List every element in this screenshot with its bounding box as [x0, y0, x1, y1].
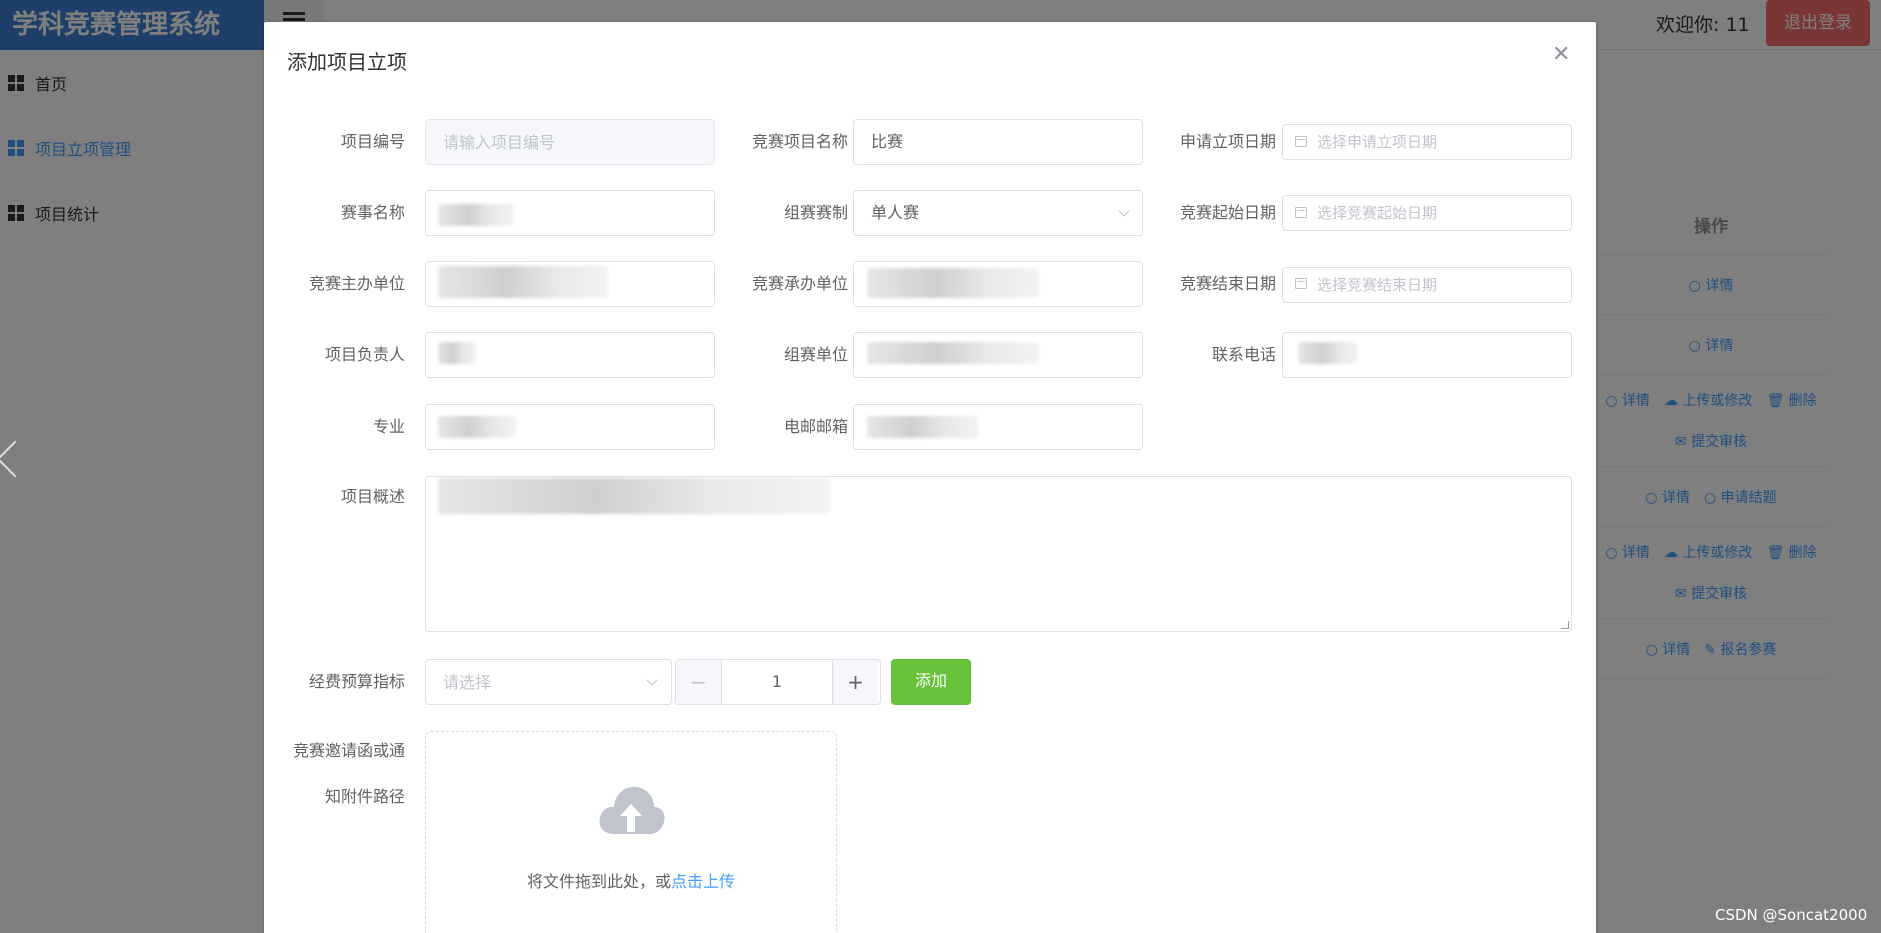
format-value: 单人赛 [871, 203, 920, 222]
event-name-label: 赛事名称 [340, 203, 405, 222]
redacted-value [867, 416, 979, 438]
organizer-label: 竞赛主办单位 [308, 274, 405, 293]
upload-hint: 将文件拖到此处，或点击上传 [526, 872, 736, 891]
format-label: 组赛赛制 [783, 203, 848, 222]
phone-label: 联系电话 [1211, 345, 1276, 364]
calendar-icon [1295, 278, 1307, 289]
start-date-label: 竞赛起始日期 [1179, 203, 1276, 222]
summary-label: 项目概述 [340, 487, 405, 506]
click-upload-link[interactable]: 点击上传 [671, 872, 735, 891]
redacted-value [438, 478, 830, 514]
upload-dropzone[interactable]: 将文件拖到此处，或点击上传 [425, 731, 837, 933]
budget-label: 经费预算指标 [308, 672, 405, 691]
redacted-value [867, 342, 1039, 364]
decrease-button[interactable]: − [676, 660, 722, 704]
quantity-value[interactable]: 1 [722, 660, 832, 704]
project-no-label: 项目编号 [340, 132, 405, 151]
increase-button[interactable]: + [832, 660, 878, 704]
attachment-label-line1: 竞赛邀请函或通 [292, 741, 405, 760]
major-label: 专业 [372, 417, 405, 436]
redacted-value [1298, 342, 1358, 364]
budget-select[interactable] [425, 659, 672, 705]
apply-date-label: 申请立项日期 [1179, 132, 1276, 151]
redacted-value [867, 268, 1039, 298]
watermark: CSDN @Soncat2000 [1715, 906, 1868, 924]
competition-name-label: 竞赛项目名称 [751, 132, 848, 151]
add-budget-button[interactable]: 添加 [891, 659, 971, 705]
close-icon[interactable]: ✕ [1552, 44, 1570, 66]
team-unit-label: 组赛单位 [783, 345, 848, 364]
redacted-value [438, 266, 608, 298]
format-select[interactable]: 单人赛 [853, 190, 1143, 236]
end-date-picker[interactable] [1282, 267, 1572, 303]
calendar-icon [1295, 136, 1307, 147]
attachment-label-line2: 知附件路径 [324, 787, 405, 806]
resize-handle[interactable] [1561, 621, 1569, 629]
start-date-picker[interactable] [1282, 195, 1572, 231]
competition-name-input[interactable]: 比赛 [853, 119, 1143, 165]
redacted-value [438, 204, 514, 226]
add-project-dialog: 添加项目立项 ✕ 项目编号 竞赛项目名称 比赛 申请立项日期 赛事名称 组赛赛制… [264, 22, 1596, 933]
leader-label: 项目负责人 [324, 345, 405, 364]
project-no-input[interactable] [425, 119, 715, 165]
upload-cloud-icon [599, 786, 665, 834]
end-date-label: 竞赛结束日期 [1179, 274, 1276, 293]
competition-name-value: 比赛 [871, 132, 904, 151]
dialog-title: 添加项目立项 [287, 50, 407, 74]
email-label: 电邮邮箱 [783, 417, 848, 436]
undertaker-label: 竞赛承办单位 [751, 274, 848, 293]
apply-date-picker[interactable] [1282, 124, 1572, 160]
calendar-icon [1295, 207, 1307, 218]
redacted-value [438, 416, 516, 438]
redacted-value [438, 342, 476, 364]
quantity-stepper: − 1 + [675, 659, 881, 705]
